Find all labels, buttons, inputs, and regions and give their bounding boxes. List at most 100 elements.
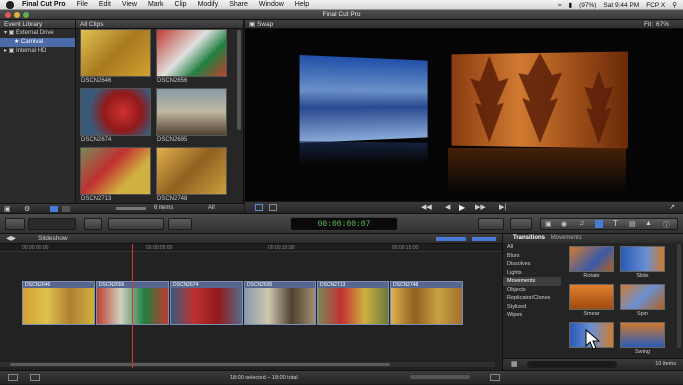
camera-import-icon[interactable]: ▣ — [4, 205, 11, 213]
transition-thumb-smear[interactable] — [569, 284, 614, 310]
minimize-button[interactable] — [14, 12, 20, 18]
category-replicator-clones[interactable]: Replicator/Clones — [503, 294, 561, 303]
music-icon[interactable]: ♫ — [579, 220, 584, 227]
snapping-toggle[interactable] — [472, 237, 496, 241]
category-wipes[interactable]: Wipes — [503, 311, 561, 320]
index-toggle-icon[interactable] — [30, 374, 40, 381]
menu-modify[interactable]: Modify — [198, 1, 219, 8]
play-button[interactable]: ▶ — [459, 203, 465, 212]
transition-thumb-spin[interactable] — [620, 284, 665, 310]
sidebar-toggle-icon[interactable]: ▦ — [511, 359, 518, 370]
crop-icon[interactable] — [269, 204, 277, 211]
tab-transitions[interactable]: Transitions — [513, 235, 545, 241]
clip-thumbnail-dscn2674[interactable] — [80, 88, 151, 136]
menu-help[interactable]: Help — [295, 1, 309, 8]
timeline-zoom-slider[interactable] — [410, 375, 470, 379]
playhead[interactable] — [132, 244, 133, 368]
fit-label: Fit: — [643, 21, 653, 28]
category-objects[interactable]: Objects — [503, 286, 561, 295]
themes-icon[interactable]: ▲ — [645, 220, 652, 227]
edit-buttons[interactable] — [108, 218, 164, 230]
browser-scrollbar[interactable] — [237, 30, 241, 130]
filmstrip-view-icon[interactable] — [50, 206, 58, 212]
retime-button[interactable] — [510, 218, 532, 230]
camera-icon[interactable]: ◉ — [561, 220, 567, 228]
transform-icon[interactable] — [255, 204, 263, 211]
transitions-browser-icon[interactable] — [595, 220, 603, 228]
audio-meters-icon[interactable] — [8, 374, 18, 381]
magnify-icon[interactable] — [84, 218, 102, 230]
generators-icon[interactable]: ▤ — [629, 220, 636, 228]
apple-icon[interactable] — [6, 0, 14, 9]
library-item-carnival[interactable]: ★ Carnival — [0, 38, 75, 47]
clip-thumbnail-dscn2695[interactable] — [156, 88, 227, 136]
zoom-slider[interactable] — [116, 207, 146, 210]
audio-skimming-toggle[interactable] — [436, 237, 466, 241]
gear-icon[interactable]: ⚙ — [24, 205, 30, 213]
menu-window[interactable]: Window — [259, 1, 284, 8]
clip-thumbnail-dscn2646[interactable] — [80, 29, 151, 77]
library-item-external-drive[interactable]: ▾ ▣ External Drive — [0, 29, 75, 38]
user-name[interactable]: FCP X — [646, 2, 665, 9]
transition-thumb-rotate[interactable] — [569, 246, 614, 272]
battery-icon[interactable]: ▮ — [569, 1, 573, 9]
library-item-internal-hd[interactable]: ▸ ▣ Internal HD — [0, 47, 75, 56]
timeline-clip-dscn2674[interactable]: DSCN2674 — [170, 281, 243, 325]
clock[interactable]: Sat 9:44 PM — [603, 2, 639, 9]
zoom-level[interactable]: 67% — [656, 20, 669, 29]
rewind-button[interactable]: ◀ — [445, 203, 450, 211]
timeline-clip-dscn2646[interactable]: DSCN2646 — [22, 281, 95, 325]
clip-thumbnail-dscn2656[interactable] — [156, 29, 227, 77]
clip-thumbnail-dscn2713[interactable] — [80, 147, 151, 195]
category-lights[interactable]: Lights — [503, 269, 561, 278]
list-view-icon[interactable] — [62, 206, 70, 212]
titles-icon[interactable]: T — [613, 219, 618, 228]
import-media-button[interactable] — [5, 218, 25, 230]
inspector-icon[interactable]: ⓘ — [663, 220, 670, 230]
timeline-clip-dscn2748[interactable]: DSCN2748 — [390, 281, 463, 325]
previous-frame-button[interactable]: ◀◀ — [421, 203, 432, 211]
timeline-ruler[interactable]: 00:00:00:00 00:00:05:00 00:00:10:00 00:0… — [0, 244, 502, 252]
scrollbar-thumb[interactable] — [10, 363, 390, 366]
media-browser-buttons[interactable]: ▣ ◉ ♫ T ▤ ▲ ⓘ — [540, 218, 678, 230]
wifi-icon[interactable]: ≈ — [558, 2, 562, 9]
transition-thumb-slide[interactable] — [620, 246, 665, 272]
category-movements[interactable]: Movements — [503, 277, 561, 286]
search-field[interactable] — [527, 361, 617, 368]
menu-edit[interactable]: Edit — [99, 1, 111, 8]
filter-select[interactable]: All — [208, 204, 215, 213]
search-icon[interactable]: ⚲ — [672, 1, 677, 9]
clip-label: DSCN2656 — [157, 78, 188, 84]
clip-appearance-icon[interactable] — [490, 374, 500, 381]
forward-button[interactable]: ▶▶ — [475, 203, 486, 211]
fullscreen-icon[interactable]: ↗ — [669, 203, 675, 211]
menu-clip[interactable]: Clip — [175, 1, 187, 8]
status-bar: 18:00 selected – 18:00 total — [0, 370, 683, 384]
category-blurs[interactable]: Blurs — [503, 252, 561, 261]
menu-mark[interactable]: Mark — [148, 1, 164, 8]
timecode-display[interactable]: 00:00:00:07 — [290, 217, 398, 231]
select-tool-button[interactable] — [168, 218, 192, 230]
category-stylized[interactable]: Stylized — [503, 303, 561, 312]
timeline-clip-dscn2713[interactable]: DSCN2713 — [317, 281, 389, 325]
enhance-button[interactable] — [478, 218, 504, 230]
timeline-clip-dscn2695[interactable]: DSCN2695 — [244, 281, 316, 325]
transition-thumb-swing[interactable] — [620, 322, 665, 348]
tab-movements[interactable]: Movements — [551, 235, 582, 241]
menu-app[interactable]: Final Cut Pro — [22, 1, 66, 8]
photo-browser-icon[interactable]: ▣ — [545, 220, 552, 228]
close-button[interactable] — [5, 12, 11, 18]
back-arrows-icon[interactable]: ◀▶ — [6, 234, 16, 244]
zoom-button[interactable] — [23, 12, 29, 18]
clip-thumbnail-dscn2748[interactable] — [156, 147, 227, 195]
menu-file[interactable]: File — [77, 1, 88, 8]
next-frame-button[interactable]: ▶| — [499, 203, 506, 211]
menu-share[interactable]: Share — [229, 1, 248, 8]
transitions-scrollbar[interactable] — [677, 244, 681, 348]
category-all[interactable]: All — [503, 243, 561, 252]
event-browser: All Clips DSCN2646 DSCN2656 DSCN2674 DSC… — [76, 20, 244, 213]
category-dissolves[interactable]: Dissolves — [503, 260, 561, 269]
keyword-button-group[interactable] — [28, 218, 76, 230]
menu-view[interactable]: View — [122, 1, 137, 8]
timeline-scrollbar[interactable] — [0, 362, 495, 367]
